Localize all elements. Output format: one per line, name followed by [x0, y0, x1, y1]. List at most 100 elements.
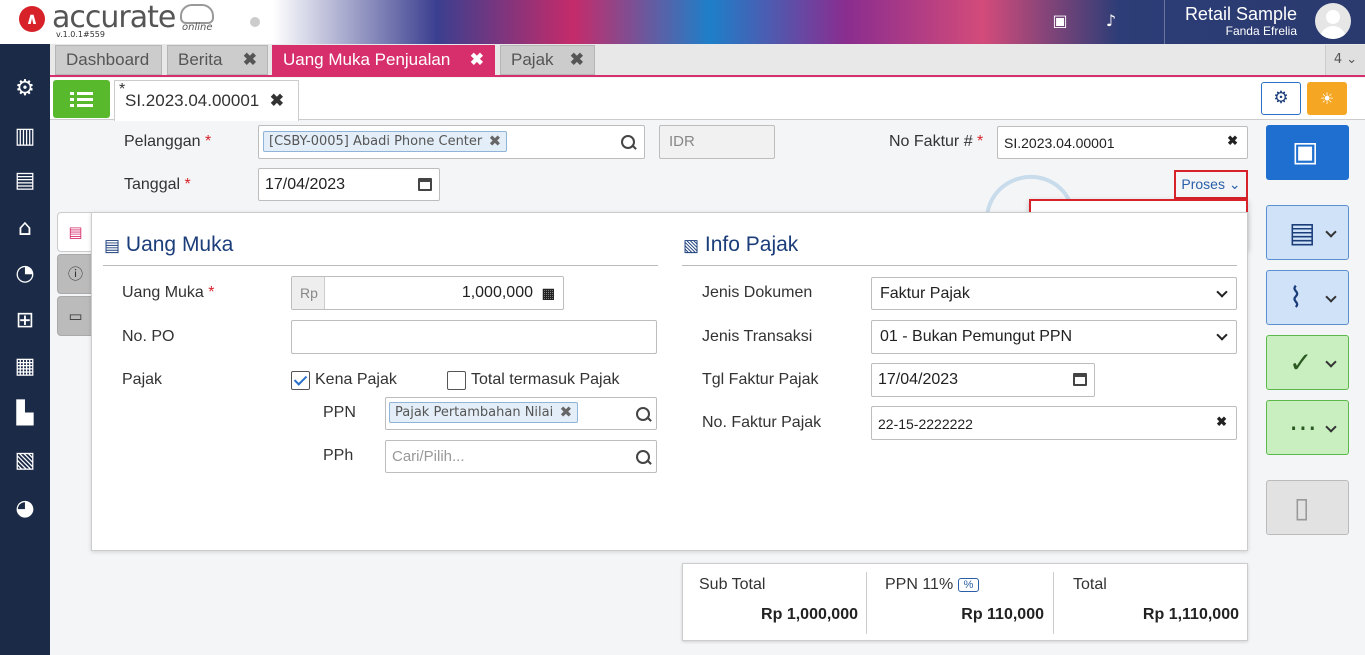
avatar[interactable]	[1315, 3, 1351, 39]
user-name[interactable]: Fanda Efrelia	[1226, 24, 1297, 38]
sub-total: Sub Total Rp 1,000,000	[683, 564, 866, 642]
ppn-chip: Pajak Pertambahan Nilai ✖	[389, 402, 579, 423]
jenis-dokumen-label: Jenis Dokumen	[702, 284, 813, 301]
calendar-icon[interactable]	[1073, 373, 1087, 386]
sidebar: ⚙ ▥ ▤ ⌂ ◔ ⊞ ▦ ▙ ▧ ◕	[0, 44, 50, 655]
accurate-logo-icon[interactable]: ∧	[19, 6, 45, 32]
no-faktur-pajak-field[interactable]: 22-15-2222222 ✖	[871, 406, 1237, 440]
no-faktur-field[interactable]: SI.2023.04.00001 ✖	[997, 126, 1248, 159]
no-faktur-label: No Faktur # *	[889, 133, 984, 150]
tanggal-value: 17/04/2023	[265, 176, 346, 193]
more-actions-button[interactable]: ⋯	[1266, 400, 1349, 455]
search-icon[interactable]	[636, 407, 652, 423]
search-icon[interactable]	[636, 450, 652, 466]
close-icon[interactable]: ✖	[270, 91, 284, 111]
tab-label: Uang Muka Penjualan	[283, 50, 451, 69]
ledger-book-icon[interactable]: ▤	[10, 166, 40, 196]
contacts-book-icon[interactable]: ▣	[1049, 10, 1071, 32]
tab-pajak[interactable]: Pajak ✖	[500, 45, 595, 75]
brand-sub: online	[182, 22, 213, 33]
uang-muka-amount-field[interactable]: Rp 1,000,000 ▦	[291, 276, 564, 310]
tab-bar: Dashboard Berita ✖ Uang Muka Penjualan ✖ P…	[50, 44, 1365, 77]
pelanggan-label: Pelanggan *	[124, 133, 212, 150]
grand-total-value: Rp 1,110,000	[1142, 606, 1239, 623]
no-po-field[interactable]	[291, 320, 657, 354]
gear-icon[interactable]: ⚙	[10, 74, 40, 104]
close-icon[interactable]: ✖	[243, 46, 257, 74]
calculator-icon[interactable]: ▦	[542, 285, 555, 302]
lightbulb-icon: ☀	[1319, 89, 1335, 108]
kena-pajak-checkbox[interactable]	[291, 371, 310, 390]
delete-button[interactable]: ▯	[1266, 480, 1349, 535]
close-icon[interactable]: ✖	[570, 46, 584, 74]
total-termasuk-pajak-checkbox[interactable]	[447, 371, 466, 390]
document-detail-tab[interactable]: ▤	[57, 212, 93, 252]
pajak-label: Pajak	[122, 371, 163, 388]
tab-dashboard[interactable]: Dashboard	[55, 45, 162, 75]
settings-button[interactable]: ⚙	[1261, 82, 1301, 115]
no-po-label: No. PO	[122, 328, 175, 345]
jenis-transaksi-select[interactable]: 01 - Bukan Pemungut PPN	[871, 320, 1237, 354]
ppn-percent-badge[interactable]: %	[957, 577, 980, 592]
pph-field[interactable]: Cari/Pilih...	[385, 440, 657, 473]
archive-tab[interactable]: ▭	[57, 296, 93, 336]
company-name[interactable]: Retail Sample	[1185, 4, 1297, 25]
pph-label: PPh	[323, 447, 354, 464]
tab-count: 4	[1333, 52, 1343, 67]
bank-icon[interactable]: ⌂	[10, 214, 40, 244]
currency-prefix: Rp	[292, 277, 325, 309]
cloud-icon	[180, 4, 214, 24]
attachment-button[interactable]: ⌇	[1266, 270, 1349, 325]
bell-icon[interactable]: ♪	[1100, 10, 1122, 32]
divider	[103, 265, 658, 266]
clear-icon[interactable]: ✖	[1216, 414, 1227, 430]
divider	[1053, 572, 1054, 634]
factory-icon[interactable]: ▙	[10, 399, 40, 429]
approve-button[interactable]: ✓	[1266, 335, 1349, 390]
report-chart-icon[interactable]: ◕	[10, 494, 40, 524]
document-tab-label: SI.2023.04.00001	[125, 91, 260, 110]
remove-icon[interactable]: ✖	[560, 403, 573, 421]
info-icon: ⓘ	[67, 265, 83, 283]
clear-icon[interactable]: ✖	[1227, 133, 1238, 149]
uang-muka-title: ▤ Uang Muka	[104, 233, 234, 256]
ppn-total-label: PPN 11% %	[885, 576, 980, 594]
tab-berita[interactable]: Berita ✖	[167, 45, 268, 75]
check-circle-icon: ✓	[1289, 346, 1313, 379]
save-button[interactable]: ▣	[1266, 125, 1349, 180]
cart-icon[interactable]: ⊞	[10, 306, 40, 336]
tax-icon[interactable]: ▧	[10, 446, 40, 476]
tab-label: Pajak	[511, 50, 554, 69]
ppn-field[interactable]: Pajak Pertambahan Nilai ✖	[385, 397, 657, 430]
close-icon[interactable]: ✖	[470, 46, 484, 74]
print-document-button[interactable]: ▤	[1266, 205, 1349, 260]
tanggal-field[interactable]: 17/04/2023	[258, 168, 440, 201]
inventory-icon[interactable]: ▦	[10, 352, 40, 382]
totals-panel: Sub Total Rp 1,000,000 PPN 11% % Rp 110,…	[682, 563, 1248, 641]
top-bar: ∧ accurate online v.1.0.1#559 ▣ ♪ Retail…	[0, 0, 1365, 44]
tab-count-dropdown[interactable]: 4 ⌄	[1325, 45, 1365, 75]
remove-icon[interactable]: ✖	[489, 132, 502, 150]
search-icon[interactable]	[621, 135, 637, 151]
pelanggan-field[interactable]: [CSBY-0005] Abadi Phone Center ✖	[258, 125, 645, 159]
tips-button[interactable]: ☀	[1307, 82, 1347, 115]
building-icon[interactable]: ▥	[10, 122, 40, 152]
proses-button[interactable]: Proses ⌄	[1174, 170, 1248, 199]
calendar-icon[interactable]	[418, 178, 432, 191]
document-tab[interactable]: * SI.2023.04.00001 ✖	[114, 80, 299, 121]
info-tab[interactable]: ⓘ	[57, 254, 93, 294]
list-view-button[interactable]	[53, 80, 110, 118]
sub-total-value: Rp 1,000,000	[761, 606, 858, 623]
ppn-total-value: Rp 110,000	[961, 606, 1044, 623]
no-faktur-pajak-value: 22-15-2222222	[878, 416, 973, 432]
tax-document-icon: ▧	[683, 236, 700, 255]
modified-indicator: *	[119, 81, 126, 98]
tab-uang-muka-penjualan[interactable]: Uang Muka Penjualan ✖	[272, 45, 495, 75]
chevron-down-icon	[1325, 226, 1337, 238]
jenis-dokumen-select[interactable]: Faktur Pajak	[871, 277, 1237, 310]
no-faktur-value: SI.2023.04.00001	[1004, 135, 1115, 151]
grand-total-label: Total	[1073, 576, 1107, 593]
money-bag-icon[interactable]: ◔	[10, 259, 40, 289]
tgl-faktur-pajak-field[interactable]: 17/04/2023	[871, 363, 1095, 397]
tgl-faktur-pajak-label: Tgl Faktur Pajak	[702, 371, 819, 388]
